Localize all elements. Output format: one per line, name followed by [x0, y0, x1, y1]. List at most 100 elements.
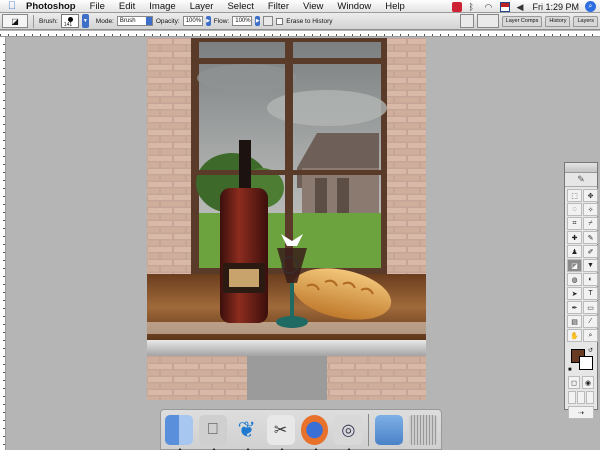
menu-file[interactable]: File: [83, 0, 112, 13]
move-tool-icon[interactable]: ✥: [583, 189, 598, 202]
erase-to-history-checkbox[interactable]: [276, 17, 284, 25]
mode-value: Brush: [119, 18, 136, 24]
bluetooth-icon[interactable]: ᛒ: [468, 2, 478, 12]
tools-palette: ✎ ⬚ ✥ ◌ ✧ ⌗ ⌿ ✚ ✎ ♟ ✐ ◪ ▼ ◍ ◐ ➤ T ✒ ▭ ▤ ⁄ ✋ ⌕ ↺ ■ ◻ ◉ ⇢: [564, 162, 598, 419]
tool-preset-picker[interactable]: ◪: [2, 14, 28, 28]
menu-bar:  Photoshop File Edit Image Layer Select…: [0, 0, 600, 13]
documents-folder-icon[interactable]: [375, 414, 404, 445]
crop-tool-icon[interactable]: ⌗: [567, 217, 582, 230]
feather-icon[interactable]: ✎: [565, 173, 597, 187]
pen-tool-icon[interactable]: ✒: [567, 301, 582, 314]
dock-separator: [368, 413, 370, 446]
brush-picker[interactable]: 141: [60, 14, 79, 28]
photoshop-status-icon[interactable]: [452, 1, 463, 12]
marquee-tool-icon[interactable]: ⬚: [567, 189, 582, 202]
color-swatches: ↺ ■: [567, 347, 595, 373]
scissors-app-icon[interactable]: ✂: [266, 414, 295, 450]
volume-icon[interactable]: ◀: [516, 2, 526, 12]
tab-layer-comps[interactable]: Layer Comps: [501, 15, 543, 27]
clock[interactable]: Fri 1:29 PM: [532, 2, 579, 12]
slice-tool-icon[interactable]: ⌿: [583, 217, 598, 230]
screen-mode-buttons: [565, 389, 597, 406]
dodge-tool-icon[interactable]: ◐: [583, 273, 598, 286]
finder-icon[interactable]: [165, 414, 193, 450]
imageready-icon[interactable]: ⇢: [568, 406, 594, 419]
lasso-tool-icon[interactable]: ◌: [567, 203, 582, 216]
file-browser-button[interactable]: [459, 14, 474, 28]
document-canvas[interactable]: [147, 38, 426, 400]
network-app-icon[interactable]: ◎: [334, 414, 363, 450]
type-tool-icon[interactable]: T: [583, 287, 598, 300]
horizontal-ruler[interactable]: [0, 31, 600, 37]
blur-tool-icon[interactable]: ◍: [567, 273, 582, 286]
menu-view[interactable]: View: [296, 0, 330, 13]
trash-icon[interactable]: [409, 414, 438, 445]
stamp-tool-icon[interactable]: ♟: [567, 245, 582, 258]
options-bar: ◪ Brush: 141 ▼ Mode: Brush Opacity: 100%…: [0, 13, 600, 30]
palette-well-icon[interactable]: [476, 14, 499, 28]
firefox-icon[interactable]: [300, 414, 329, 450]
magic-wand-tool-icon[interactable]: ✧: [583, 203, 598, 216]
divider: [33, 14, 34, 28]
dock:  ❦ ✂ ◎: [160, 409, 442, 450]
eyedropper-tool-icon[interactable]: ⁄: [583, 315, 598, 328]
flag-icon[interactable]: [500, 1, 511, 12]
mode-label: Mode:: [95, 17, 114, 25]
menu-layer[interactable]: Layer: [183, 0, 221, 13]
menu-filter[interactable]: Filter: [261, 0, 296, 13]
status-area: ᛒ ◠ ◀ Fri 1:29 PM ⌕: [452, 0, 596, 13]
tab-layers[interactable]: Layers: [573, 15, 598, 27]
standard-mode-icon[interactable]: ◻: [568, 376, 580, 389]
brush-dropdown-button[interactable]: ▼: [81, 14, 89, 28]
quick-mask-icon[interactable]: ◉: [582, 376, 594, 389]
brush-tool-icon[interactable]: ✎: [583, 231, 598, 244]
tools-palette-titlebar[interactable]: [565, 163, 597, 173]
menu-photoshop[interactable]: Photoshop: [24, 0, 83, 13]
vertical-ruler[interactable]: [0, 37, 6, 450]
menu-window[interactable]: Window: [330, 0, 378, 13]
wifi-icon[interactable]: ◠: [484, 2, 494, 12]
tool-grid: ⬚ ✥ ◌ ✧ ⌗ ⌿ ✚ ✎ ♟ ✐ ◪ ▼ ◍ ◐ ➤ T ✒ ▭ ▤ ⁄ ✋ ⌕: [565, 187, 598, 344]
chevron-down-icon: [145, 17, 152, 25]
flow-field[interactable]: 100%: [232, 16, 253, 26]
flow-slider-button[interactable]: ▶: [255, 16, 261, 26]
options-right: Layer Comps History Layers: [459, 14, 598, 28]
opacity-label: Opacity:: [155, 17, 180, 25]
opacity-value: 100%: [185, 18, 202, 24]
apple-icon[interactable]: : [0, 0, 24, 12]
default-colors-icon[interactable]: ■: [568, 367, 572, 373]
fill-tool-icon[interactable]: ▼: [583, 259, 598, 272]
screen-mode-full-icon[interactable]: [586, 391, 594, 404]
opacity-field[interactable]: 100%: [182, 16, 203, 26]
shape-tool-icon[interactable]: ▭: [583, 301, 598, 314]
menu-image[interactable]: Image: [142, 0, 182, 13]
tab-history[interactable]: History: [545, 15, 571, 27]
notes-tool-icon[interactable]: ▤: [567, 315, 582, 328]
spotlight-icon[interactable]: ⌕: [585, 1, 596, 12]
jump-to-imageready: ⇢: [565, 406, 597, 419]
flow-label: Flow:: [213, 17, 230, 25]
menu-select[interactable]: Select: [220, 0, 260, 13]
zoom-tool-icon[interactable]: ⌕: [583, 329, 598, 342]
mode-select[interactable]: Brush: [116, 16, 153, 26]
path-select-tool-icon[interactable]: ➤: [567, 287, 582, 300]
feather-app-icon[interactable]: ❦: [233, 415, 261, 450]
system-prefs-icon[interactable]: : [198, 414, 227, 450]
healing-tool-icon[interactable]: ✚: [567, 231, 582, 244]
background-color[interactable]: [579, 356, 593, 370]
hand-tool-icon[interactable]: ✋: [567, 329, 582, 342]
menu-help[interactable]: Help: [378, 0, 412, 13]
erase-to-history-label: Erase to History: [286, 17, 333, 25]
screen-mode-standard-icon[interactable]: [568, 391, 576, 404]
brush-label: Brush:: [39, 17, 58, 25]
flow-value: 100%: [235, 18, 251, 24]
mask-mode-buttons: ◻ ◉: [565, 376, 597, 389]
canvas-artwork: [147, 38, 426, 400]
menu-edit[interactable]: Edit: [112, 0, 142, 13]
swap-colors-icon[interactable]: ↺: [588, 347, 593, 354]
history-brush-tool-icon[interactable]: ✐: [583, 245, 598, 258]
airbrush-button[interactable]: [263, 16, 274, 26]
eraser-tool-icon[interactable]: ◪: [567, 259, 582, 272]
screen-mode-menu-icon[interactable]: [577, 391, 585, 404]
opacity-slider-button[interactable]: ▶: [205, 16, 211, 26]
